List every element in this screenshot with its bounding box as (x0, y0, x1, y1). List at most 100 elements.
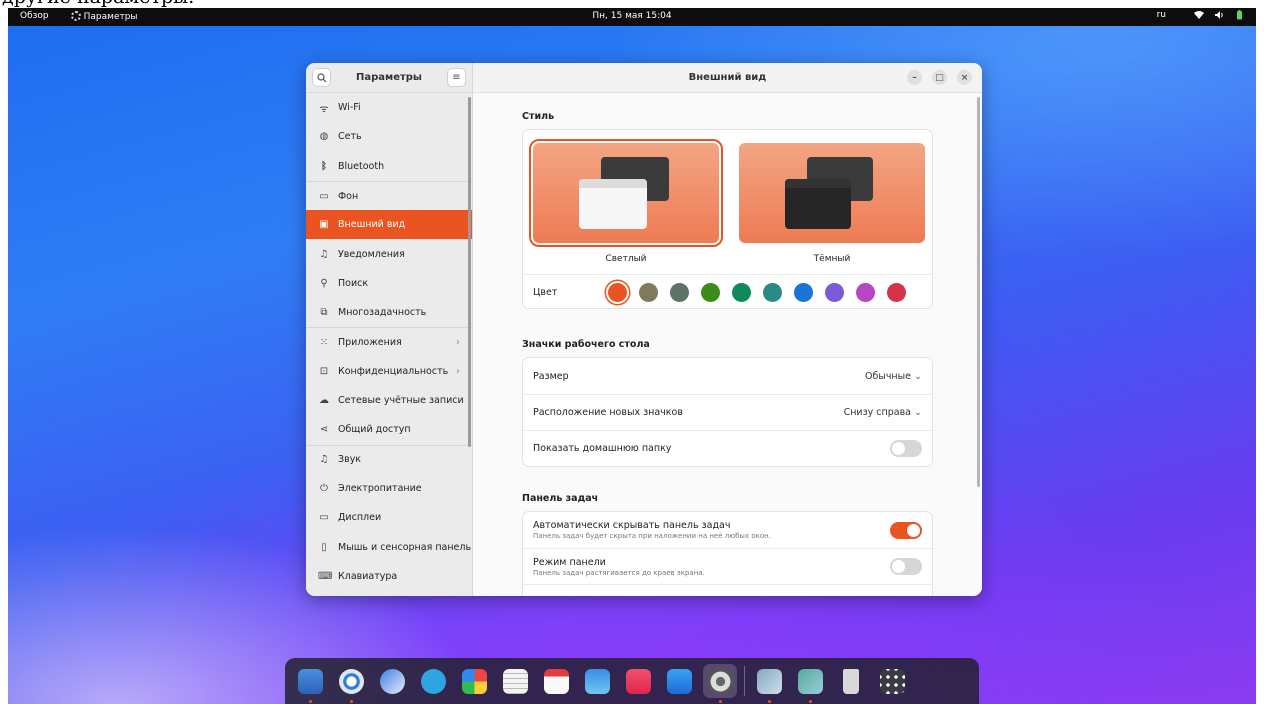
dock-files[interactable] (293, 664, 327, 703)
icon-position-dropdown[interactable]: Снизу справа ⌄ (844, 407, 922, 418)
sidebar-item-network[interactable]: ◍ Сеть (306, 122, 472, 151)
language-indicator[interactable]: ru (1157, 10, 1166, 20)
dock-calendar[interactable] (539, 664, 573, 698)
next-setting-row[interactable] (523, 584, 932, 596)
hamburger-icon: ≡ (452, 72, 461, 83)
panel-mode-subtitle: Панель задач растягивается до краев экра… (533, 568, 705, 577)
caption-strip: другие параметры. (0, 0, 1264, 8)
sidebar-scrollbar[interactable] (468, 97, 471, 447)
dock-screenshot[interactable] (580, 664, 614, 698)
accent-swatch[interactable] (639, 283, 658, 302)
desktop-icons-section-title: Значки рабочего стола (522, 339, 650, 350)
autohide-text: Автоматически скрывать панель задач Панел… (533, 520, 771, 540)
sidebar-item-appearance[interactable]: ▣ Внешний вид (306, 210, 472, 240)
dock-mail[interactable] (375, 664, 409, 698)
accent-swatch[interactable] (887, 283, 906, 302)
dock-music[interactable] (621, 664, 655, 698)
show-home-label: Показать домашнюю папку (533, 443, 672, 454)
dock-trash[interactable] (834, 664, 868, 698)
sidebar-item-displays[interactable]: ▭ Дисплеи (306, 503, 472, 532)
accent-color-row: Цвет (523, 274, 932, 308)
accent-swatch[interactable] (732, 283, 751, 302)
show-home-toggle[interactable] (890, 440, 922, 457)
chevron-right-icon: › (456, 337, 460, 349)
accent-swatch[interactable] (701, 283, 720, 302)
panel-mode-text: Режим панели Панель задач растягивается д… (533, 557, 705, 577)
sidebar-item-label: Поиск (338, 277, 369, 289)
autohide-toggle[interactable] (890, 521, 922, 539)
calendar-icon (543, 668, 569, 694)
sidebar-item-power[interactable]: ⏻ Электропитание (306, 474, 472, 503)
search-icon: ⚲ (320, 277, 328, 289)
sidebar-item-sound[interactable]: ♫ Звук (306, 444, 472, 474)
sidebar-item-background[interactable]: ▭ Фон (306, 180, 472, 210)
icon-size-dropdown[interactable]: Обычные ⌄ (865, 371, 922, 382)
content-scrollbar[interactable] (977, 97, 980, 487)
icon-size-row[interactable]: Размер Обычные ⌄ (523, 358, 932, 394)
sidebar-item-label: Многозадачность (338, 307, 427, 319)
sidebar-item-wifi[interactable]: ᯤ Wi-Fi (306, 93, 472, 122)
sidebar-item-notifications[interactable]: ♫ Уведомления (306, 239, 472, 268)
maximize-button[interactable]: □ (932, 70, 947, 85)
sidebar-item-label: Конфиденциальность (338, 365, 449, 377)
accent-swatch[interactable] (794, 283, 813, 302)
icon-size-value: Обычные (864, 370, 911, 382)
clock[interactable]: Пн, 15 мая 15:04 (592, 11, 671, 21)
sidebar-item-label: Bluetooth (338, 160, 385, 172)
light-theme-label: Светлый (605, 254, 647, 264)
wifi-tray-icon[interactable] (1194, 10, 1204, 20)
cloud-icon: ☁ (319, 395, 329, 407)
dock-app-store[interactable] (662, 664, 696, 698)
dock-image-editor[interactable] (793, 664, 827, 703)
battery-tray-icon[interactable] (1234, 10, 1244, 20)
panel-mode-toggle[interactable] (890, 558, 922, 575)
search-icon (316, 72, 326, 82)
dock-telegram[interactable] (416, 664, 450, 698)
dock-settings[interactable] (703, 664, 737, 703)
menu-button[interactable]: ≡ (446, 68, 466, 87)
sidebar-item-keyboard[interactable]: ⌨ Клавиатура (306, 562, 472, 591)
close-button[interactable]: × (957, 70, 972, 85)
accent-swatches (608, 283, 906, 302)
settings-window: Параметры ≡ ᯤ Wi-Fi ◍ Сеть ᛒ Bluetooth ▭ Фон… (306, 63, 982, 596)
accent-swatch[interactable] (608, 283, 627, 302)
sidebar-item-bluetooth[interactable]: ᛒ Bluetooth (306, 152, 472, 181)
accent-swatch[interactable] (825, 283, 844, 302)
minimize-button[interactable]: – (907, 70, 922, 85)
dock-photos[interactable] (457, 664, 491, 698)
background-icon: ▭ (319, 190, 329, 202)
apps-icon: ⁙ (319, 337, 329, 349)
music-note-icon: ♫ (319, 454, 329, 466)
dock-notes[interactable] (498, 664, 532, 698)
dock-show-apps[interactable] (875, 664, 909, 698)
accent-color-label: Цвет (533, 287, 558, 298)
dock-image-viewer[interactable] (752, 664, 786, 703)
dark-theme-label: Тёмный (813, 254, 851, 264)
dark-theme-option[interactable] (739, 143, 925, 243)
sidebar-item-sharing[interactable]: ⋖ Общий доступ (306, 415, 472, 444)
panel-mode-label: Режим панели (533, 556, 606, 568)
sidebar-item-search[interactable]: ⚲ Поиск (306, 269, 472, 298)
icon-position-row[interactable]: Расположение новых значков Снизу справа … (523, 394, 932, 430)
sidebar-item-label: Общий доступ (338, 424, 411, 436)
close-icon: × (960, 72, 969, 83)
sidebar-item-apps[interactable]: ⁙ Приложения › (306, 327, 472, 356)
bell-icon: ♫ (319, 248, 329, 260)
accent-swatch[interactable] (856, 283, 875, 302)
sidebar-item-multitasking[interactable]: ⧉ Многозадачность (306, 298, 472, 327)
volume-tray-icon[interactable] (1214, 10, 1224, 20)
accent-swatch[interactable] (670, 283, 689, 302)
light-theme-option[interactable] (529, 139, 723, 247)
search-button[interactable] (312, 68, 331, 87)
share-icon: ⋖ (319, 424, 329, 436)
sidebar-item-mouse[interactable]: ▯ Мышь и сенсорная панель (306, 532, 472, 561)
sidebar-item-label: Звук (338, 454, 362, 466)
dock-chromium[interactable] (334, 664, 368, 703)
sidebar-item-online-accounts[interactable]: ☁ Сетевые учётные записи (306, 386, 472, 415)
app-grid-icon (879, 668, 905, 694)
sidebar-item-privacy[interactable]: ⊡ Конфиденциальность › (306, 357, 472, 386)
dark-preview-front-window (785, 179, 851, 229)
chevron-down-icon: ⌄ (914, 370, 922, 382)
dock (285, 658, 979, 704)
accent-swatch[interactable] (763, 283, 782, 302)
